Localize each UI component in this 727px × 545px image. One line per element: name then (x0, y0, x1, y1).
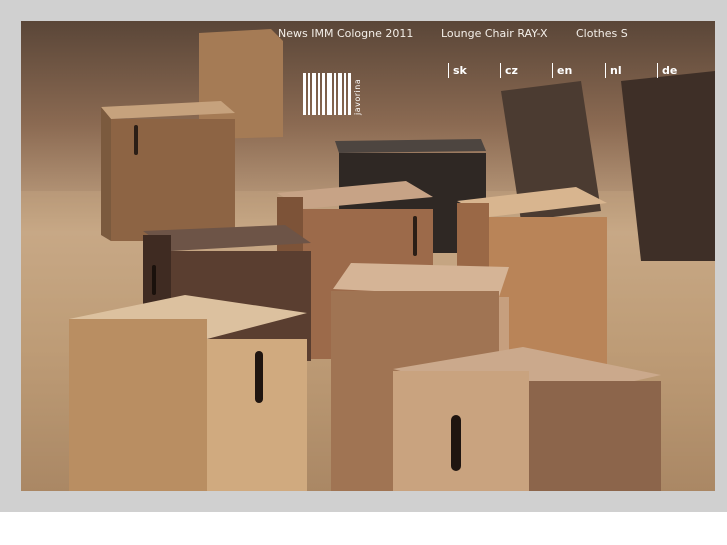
lang-link-sk[interactable]: sk (448, 63, 467, 78)
hero-banner: News IMM Cologne 2011 Lounge Chair RAY-X… (21, 21, 715, 491)
top-navigation: News IMM Cologne 2011 Lounge Chair RAY-X… (21, 27, 715, 51)
logo-barcode-icon (303, 73, 351, 115)
hero-photo-stools (21, 29, 715, 491)
logo-brand-text: javorina (353, 78, 362, 115)
lang-link-cz[interactable]: cz (500, 63, 518, 78)
lang-link-de[interactable]: de (657, 63, 677, 78)
nav-link-clothes-stand[interactable]: Clothes St (576, 27, 628, 40)
javorina-logo[interactable]: javorina (303, 71, 365, 119)
nav-link-news-imm-cologne[interactable]: News IMM Cologne 2011 (278, 27, 413, 40)
lang-link-nl[interactable]: nl (605, 63, 622, 78)
nav-link-lounge-chair-ray-x[interactable]: Lounge Chair RAY-X (441, 27, 548, 40)
lang-link-en[interactable]: en (552, 63, 572, 78)
